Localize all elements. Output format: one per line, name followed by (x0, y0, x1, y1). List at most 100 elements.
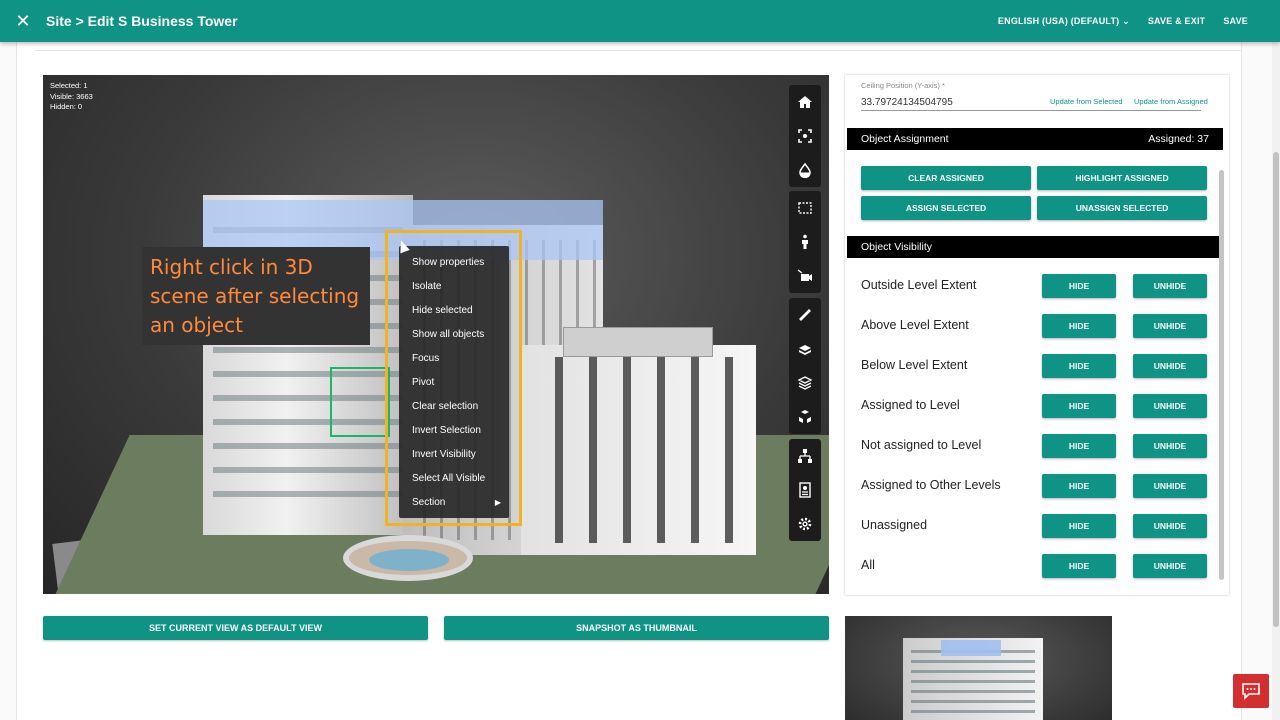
drop-icon[interactable] (789, 153, 821, 187)
model-tree-icon[interactable] (789, 439, 821, 473)
chat-button[interactable] (1233, 674, 1269, 708)
visibility-row-label: Above Level Extent (861, 318, 969, 332)
viewer-toolbar-tools (789, 298, 821, 434)
unassign-selected-button[interactable]: UNASSIGN SELECTED (1037, 196, 1207, 220)
hide-button[interactable]: HIDE (1042, 394, 1116, 418)
clear-assigned-button[interactable]: CLEAR ASSIGNED (861, 166, 1031, 190)
highlight-assigned-button[interactable]: HIGHLIGHT ASSIGNED (1037, 166, 1207, 190)
hide-button[interactable]: HIDE (1042, 354, 1116, 378)
language-select[interactable]: ENGLISH (USA) (DEFAULT) ⌄ (998, 16, 1130, 27)
level-settings-panel: Ceiling Position (Y-axis) * Update from … (845, 75, 1229, 595)
viewer-toolbar-settings (789, 439, 821, 541)
scene-fountain (343, 535, 473, 581)
menu-item-show-properties[interactable]: Show properties (399, 251, 509, 275)
visibility-row-label: Assigned to Other Levels (861, 478, 1001, 492)
unhide-button[interactable]: UNHIDE (1133, 554, 1207, 578)
update-from-selected-link[interactable]: Update from Selected (1050, 97, 1123, 106)
unhide-button[interactable]: UNHIDE (1133, 434, 1207, 458)
hide-button[interactable]: HIDE (1042, 474, 1116, 498)
measure-ruler-icon[interactable] (789, 298, 821, 332)
menu-item-focus[interactable]: Focus (399, 347, 509, 371)
visibility-row-label: Outside Level Extent (861, 278, 977, 292)
menu-item-show-all-objects[interactable]: Show all objects (399, 323, 509, 347)
layers-icon[interactable] (789, 366, 821, 400)
3d-viewer[interactable]: Selected: 1 Visible: 3663 Hidden: 0 Righ… (43, 75, 829, 594)
fit-view-icon[interactable] (789, 119, 821, 153)
hide-button[interactable]: HIDE (1042, 554, 1116, 578)
menu-item-hide-selected[interactable]: Hide selected (399, 299, 509, 323)
object-assignment-title: Object Assignment (861, 133, 949, 145)
visibility-row: Not assigned to Level HIDE UNHIDE (845, 434, 1223, 458)
context-menu: Show properties Isolate Hide selected Sh… (399, 246, 509, 518)
hide-button[interactable]: HIDE (1042, 314, 1116, 338)
chat-bubble-icon (1242, 683, 1260, 700)
visibility-row: Outside Level Extent HIDE UNHIDE (845, 274, 1223, 298)
menu-item-clear-selection[interactable]: Clear selection (399, 395, 509, 419)
stat-hidden: Hidden: 0 (50, 102, 83, 111)
visibility-row-label: Unassigned (861, 518, 928, 532)
app-header: ✕ Site > Edit S Business Tower ENGLISH (… (0, 0, 1280, 42)
explode-cubes-icon[interactable] (789, 400, 821, 434)
hide-button[interactable]: HIDE (1042, 514, 1116, 538)
object-assignment-header: Object Assignment Assigned: 37 (847, 128, 1223, 150)
menu-item-section[interactable]: Section ▶ (399, 491, 509, 515)
visibility-row-label: Below Level Extent (861, 358, 968, 372)
camera-icon[interactable] (789, 259, 821, 293)
stat-visible: Visible: 3663 (50, 91, 93, 101)
update-from-assigned-link[interactable]: Update from Assigned (1134, 97, 1208, 106)
visibility-row: Above Level Extent HIDE UNHIDE (845, 314, 1223, 338)
stat-selected: Selected: 1 (50, 81, 88, 90)
viewer-toolbar-nav (789, 85, 821, 187)
divider (35, 50, 1241, 51)
unhide-button[interactable]: UNHIDE (1133, 354, 1207, 378)
visibility-row: Unassigned HIDE UNHIDE (845, 514, 1223, 538)
assign-selected-button[interactable]: ASSIGN SELECTED (861, 196, 1031, 220)
unhide-button[interactable]: UNHIDE (1133, 314, 1207, 338)
panel-scrollbar[interactable] (1219, 170, 1224, 580)
page-scrollbar[interactable] (1272, 42, 1280, 720)
walk-person-icon[interactable] (789, 225, 821, 259)
box-select-icon[interactable] (789, 191, 821, 225)
unhide-button[interactable]: UNHIDE (1133, 474, 1207, 498)
save-exit-button[interactable]: SAVE & EXIT (1148, 16, 1206, 26)
instruction-callout: Right click in 3D scene after selecting … (142, 247, 370, 345)
header-actions: ENGLISH (USA) (DEFAULT) ⌄ SAVE & EXIT SA… (998, 16, 1280, 27)
snapshot-thumbnail-button[interactable]: SNAPSHOT AS THUMBNAIL (444, 616, 829, 640)
properties-icon[interactable] (789, 473, 821, 507)
submenu-arrow-icon: ▶ (494, 498, 501, 507)
gear-icon[interactable] (789, 507, 821, 541)
page-scrollbar-thumb[interactable] (1273, 152, 1279, 627)
thumbnail-preview (845, 616, 1112, 720)
unhide-button[interactable]: UNHIDE (1133, 394, 1207, 418)
hide-button[interactable]: HIDE (1042, 434, 1116, 458)
object-visibility-title: Object Visibility (861, 241, 932, 253)
visibility-row: Assigned to Other Levels HIDE UNHIDE (845, 474, 1223, 498)
visibility-row-label: Assigned to Level (861, 398, 960, 412)
assigned-count: Assigned: 37 (1148, 133, 1209, 145)
unhide-button[interactable]: UNHIDE (1133, 514, 1207, 538)
menu-item-invert-selection[interactable]: Invert Selection (399, 419, 509, 443)
thumbnail-highlight (941, 640, 1001, 656)
section-box-icon[interactable] (789, 332, 821, 366)
visibility-row-label: Not assigned to Level (861, 438, 982, 452)
visibility-row: Assigned to Level HIDE UNHIDE (845, 394, 1223, 418)
menu-item-pivot[interactable]: Pivot (399, 371, 509, 395)
scene-hvac (563, 327, 713, 357)
close-icon[interactable]: ✕ (0, 11, 46, 32)
set-default-view-button[interactable]: SET CURRENT VIEW AS DEFAULT VIEW (43, 616, 428, 640)
menu-item-select-all-visible[interactable]: Select All Visible (399, 467, 509, 491)
chevron-down-icon: ⌄ (1122, 15, 1130, 26)
hide-button[interactable]: HIDE (1042, 274, 1116, 298)
unhide-button[interactable]: UNHIDE (1133, 274, 1207, 298)
save-button[interactable]: SAVE (1223, 16, 1248, 26)
scene-annex (521, 345, 756, 555)
ceiling-position-label: Ceiling Position (Y-axis) * (861, 81, 945, 90)
visibility-row-label: All (861, 558, 875, 572)
visibility-row: Below Level Extent HIDE UNHIDE (845, 354, 1223, 378)
menu-item-invert-visibility[interactable]: Invert Visibility (399, 443, 509, 467)
viewer-toolbar-mode (789, 191, 821, 293)
home-icon[interactable] (789, 85, 821, 119)
page-title: Site > Edit S Business Tower (46, 13, 238, 29)
visibility-row: All HIDE UNHIDE (845, 554, 1223, 578)
menu-item-isolate[interactable]: Isolate (399, 275, 509, 299)
